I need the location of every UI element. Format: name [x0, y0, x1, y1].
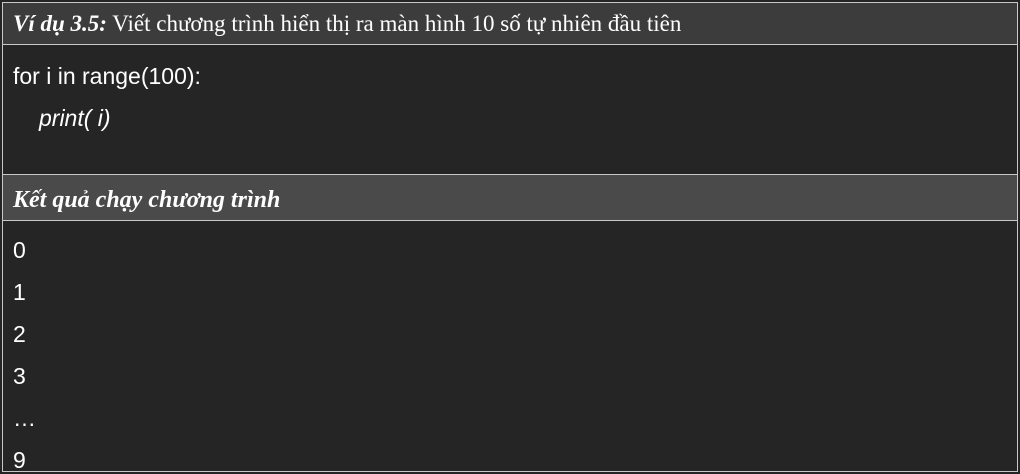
example-table: Ví dụ 3.5: Viết chương trình hiển thị ra… — [2, 2, 1018, 473]
example-title: Viết chương trình hiển thị ra màn hình 1… — [106, 11, 682, 36]
output-line: 2 — [13, 321, 26, 347]
example-label: Ví dụ 3.5: — [13, 11, 107, 36]
output-line: 0 — [13, 237, 26, 263]
output-line: 3 — [13, 363, 26, 389]
output-line: 9 — [13, 447, 26, 473]
output-block: 0 1 2 3 … 9 — [3, 221, 1017, 473]
output-line-ellipsis: … — [13, 405, 36, 431]
output-line: 1 — [13, 279, 26, 305]
code-line-for: for i in range(100): — [13, 63, 201, 89]
example-header: Ví dụ 3.5: Viết chương trình hiển thị ra… — [3, 3, 1017, 45]
code-line-print: print( i) — [39, 105, 111, 131]
code-block: for i in range(100): print( i) — [3, 45, 1017, 175]
result-heading: Kết quả chạy chương trình — [3, 175, 1017, 221]
